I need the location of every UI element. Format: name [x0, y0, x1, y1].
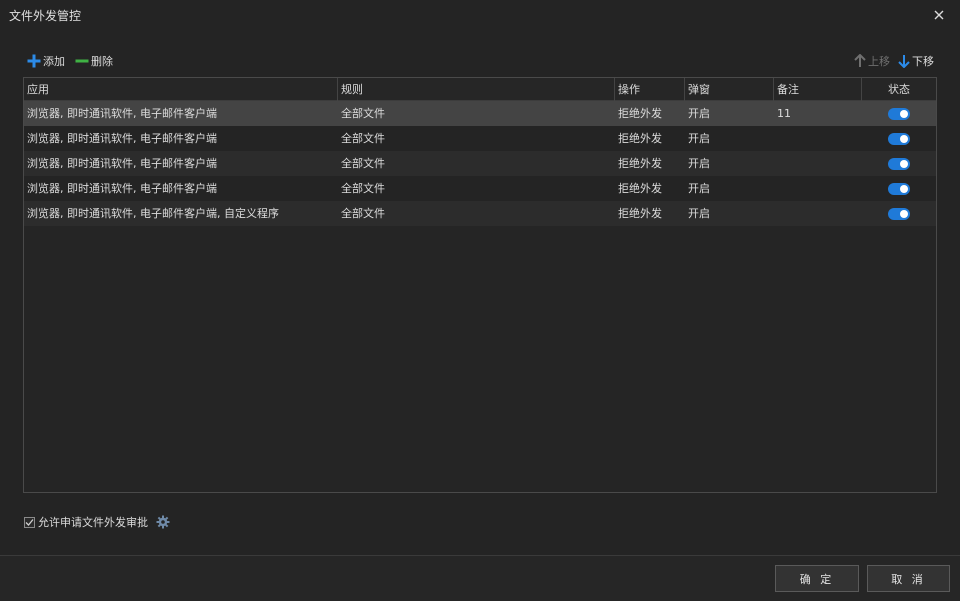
toggle-knob [900, 135, 908, 143]
move-down-label: 下移 [912, 55, 934, 68]
cell-popup: 开启 [688, 207, 710, 220]
arrow-up-icon [854, 54, 866, 67]
column-header-status[interactable]: 状态 [862, 78, 936, 101]
cell-rule: 全部文件 [341, 132, 385, 145]
cell-app: 浏览器, 即时通讯软件, 电子邮件客户端 [27, 107, 217, 120]
cell-popup: 开启 [688, 182, 710, 195]
toolbar-right: 上移 下移 [846, 52, 934, 70]
cell-action: 拒绝外发 [618, 182, 662, 195]
column-header-popup[interactable]: 弹窗 [685, 78, 774, 101]
approval-checkbox[interactable] [24, 516, 35, 528]
arrow-down-icon [898, 55, 910, 68]
check-icon [25, 518, 34, 526]
cell-rule: 全部文件 [341, 207, 385, 220]
cell-app: 浏览器, 即时通讯软件, 电子邮件客户端 [27, 182, 217, 195]
toggle-knob [900, 210, 908, 218]
toolbar-left: 添加 删除 [27, 52, 123, 70]
add-label: 添加 [43, 55, 65, 68]
table-row[interactable]: 浏览器, 即时通讯软件, 电子邮件客户端 全部文件 拒绝外发 开启 [24, 151, 936, 176]
column-header-app[interactable]: 应用 [24, 78, 338, 101]
cell-rule: 全部文件 [341, 182, 385, 195]
toggle-knob [900, 160, 908, 168]
approval-settings-button[interactable] [156, 515, 170, 529]
cell-app: 浏览器, 即时通讯软件, 电子邮件客户端, 自定义程序 [27, 207, 279, 220]
add-button[interactable]: 添加 [27, 53, 65, 69]
table-row[interactable]: 浏览器, 即时通讯软件, 电子邮件客户端 全部文件 拒绝外发 开启 [24, 126, 936, 151]
move-up-label: 上移 [868, 55, 890, 68]
column-header-rule[interactable]: 规则 [338, 78, 615, 101]
gear-icon [156, 515, 170, 529]
delete-label: 删除 [91, 55, 113, 68]
cell-action: 拒绝外发 [618, 107, 662, 120]
status-toggle[interactable] [888, 133, 910, 145]
delete-button[interactable]: 删除 [75, 53, 113, 69]
cell-action: 拒绝外发 [618, 132, 662, 145]
ok-button[interactable]: 确 定 [775, 565, 859, 592]
cell-action: 拒绝外发 [618, 207, 662, 220]
table-row[interactable]: 浏览器, 即时通讯软件, 电子邮件客户端, 自定义程序 全部文件 拒绝外发 开启 [24, 201, 936, 226]
toggle-knob [900, 185, 908, 193]
status-toggle[interactable] [888, 108, 910, 120]
cancel-button[interactable]: 取 消 [867, 565, 950, 592]
close-icon [934, 10, 944, 20]
status-toggle[interactable] [888, 158, 910, 170]
cell-rule: 全部文件 [341, 157, 385, 170]
title-bar: 文件外发管控 [0, 0, 960, 28]
cell-action: 拒绝外发 [618, 157, 662, 170]
window-title: 文件外发管控 [9, 9, 82, 23]
cell-popup: 开启 [688, 157, 710, 170]
move-up-button[interactable]: 上移 [854, 53, 890, 69]
status-toggle[interactable] [888, 208, 910, 220]
column-header-action[interactable]: 操作 [615, 78, 685, 101]
move-down-button[interactable]: 下移 [898, 53, 934, 69]
status-toggle[interactable] [888, 183, 910, 195]
cell-app: 浏览器, 即时通讯软件, 电子邮件客户端 [27, 132, 217, 145]
column-header-note[interactable]: 备注 [774, 78, 862, 101]
cell-popup: 开启 [688, 107, 710, 120]
table-row[interactable]: 浏览器, 即时通讯软件, 电子邮件客户端 全部文件 拒绝外发 开启 11 [24, 101, 936, 126]
toggle-knob [900, 110, 908, 118]
minus-icon [75, 59, 89, 63]
close-button[interactable] [928, 5, 950, 25]
cell-app: 浏览器, 即时通讯软件, 电子邮件客户端 [27, 157, 217, 170]
table-header: 应用 规则 操作 弹窗 备注 状态 [24, 78, 936, 101]
cell-rule: 全部文件 [341, 107, 385, 120]
plus-icon [27, 54, 41, 68]
cell-note: 11 [777, 107, 791, 120]
rules-table: 应用 规则 操作 弹窗 备注 状态 浏览器, 即时通讯软件, 电子邮件客户端 全… [23, 77, 937, 493]
approval-label: 允许申请文件外发审批 [38, 516, 148, 529]
approval-option: 允许申请文件外发审批 [24, 514, 170, 530]
table-row[interactable]: 浏览器, 即时通讯软件, 电子邮件客户端 全部文件 拒绝外发 开启 [24, 176, 936, 201]
cell-popup: 开启 [688, 132, 710, 145]
